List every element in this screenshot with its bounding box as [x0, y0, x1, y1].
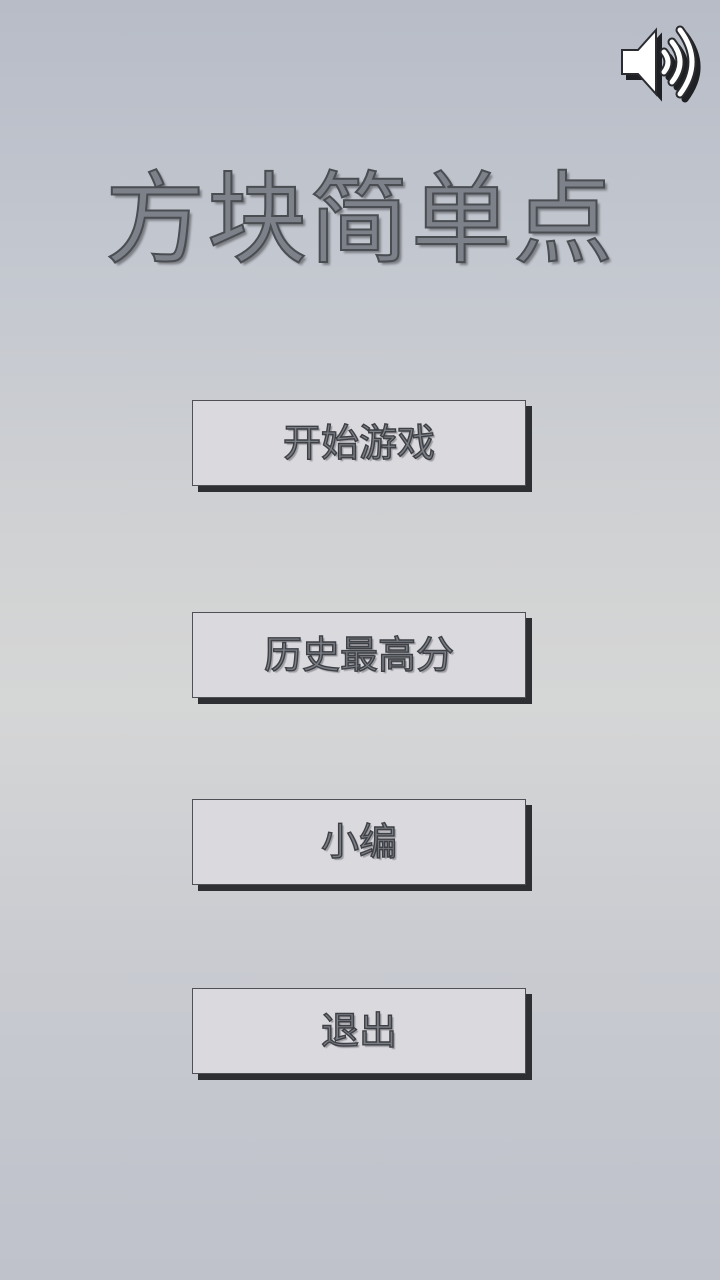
start-game-button[interactable]: 开始游戏 — [192, 400, 526, 486]
start-game-label: 开始游戏 — [282, 421, 435, 465]
exit-button[interactable]: 退出 — [192, 988, 526, 1074]
sound-toggle-button[interactable] — [612, 16, 708, 108]
exit-label: 退出 — [320, 1009, 397, 1053]
main-menu-screen: 方块简单点 开始游戏 历史最高分 小编 退出 — [0, 0, 720, 1280]
game-title: 方块简单点 — [104, 160, 615, 279]
editor-label: 小编 — [320, 820, 397, 864]
speaker-on-icon — [621, 25, 701, 103]
editor-button[interactable]: 小编 — [192, 799, 526, 885]
high-score-label: 历史最高分 — [263, 633, 454, 677]
high-score-button[interactable]: 历史最高分 — [192, 612, 526, 698]
